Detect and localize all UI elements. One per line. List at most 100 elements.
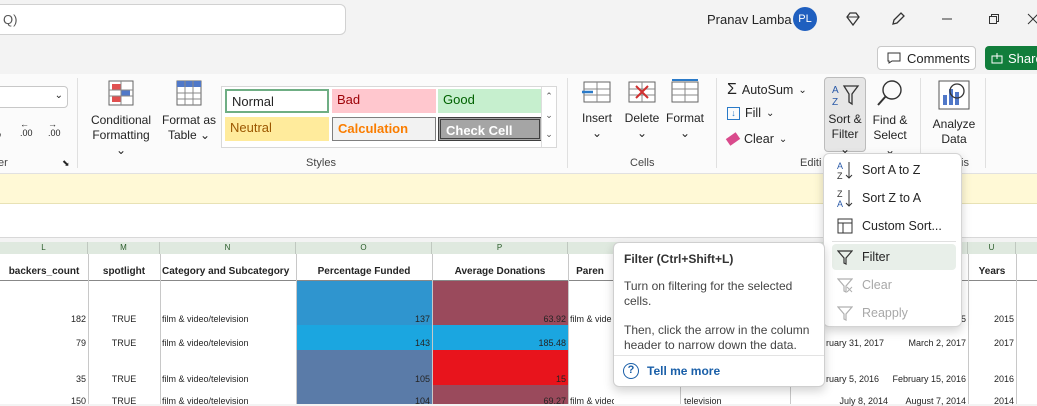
style-bad[interactable]: Bad — [332, 89, 436, 113]
find-select-button[interactable]: Find & Select ⌄ — [868, 79, 912, 158]
style-normal[interactable]: Normal — [225, 89, 329, 113]
search-box[interactable]: Q) — [0, 4, 346, 35]
style-neutral[interactable]: Neutral — [225, 117, 329, 141]
delete-button[interactable]: Delete ⌄ — [622, 79, 662, 141]
reapply-icon — [837, 306, 853, 321]
conditional-formatting-label2: Formatting — [92, 128, 150, 142]
cell-category[interactable]: film & video/television — [162, 396, 294, 406]
cell-category[interactable]: film & video/television — [162, 374, 294, 384]
cell-year[interactable]: 2015 — [968, 314, 1014, 324]
fill-button[interactable]: ↓ Fill ⌄ — [727, 106, 774, 120]
fill-down-icon: ↓ — [727, 106, 740, 120]
increase-decimal-button[interactable]: ← .00 — [20, 120, 33, 138]
header-parent[interactable]: Paren — [568, 264, 612, 280]
header-pct-funded[interactable]: Percentage Funded — [296, 264, 432, 280]
cell-date-end[interactable]: February 15, 2016 — [884, 374, 966, 384]
cell-backers[interactable]: 35 — [0, 374, 86, 384]
find-select-label: Find & — [872, 113, 908, 127]
cell-date-start[interactable]: July 8, 2014 — [826, 396, 888, 406]
close-icon[interactable] — [1022, 8, 1037, 30]
cell-category[interactable]: film & video/television — [162, 314, 294, 324]
header-backers-count[interactable]: backers_count — [0, 264, 88, 280]
style-good[interactable]: Good — [438, 89, 542, 113]
analyze-data-button[interactable]: Analyze Data — [926, 79, 982, 147]
delete-label: Delete — [624, 111, 660, 125]
cell-pct-funded[interactable]: 137 — [296, 314, 430, 324]
style-calculation[interactable]: Calculation — [332, 117, 436, 141]
sigma-icon: Σ — [727, 81, 737, 98]
menu-item-sort-az[interactable]: A Z Sort A to Z — [832, 157, 956, 183]
cell-subcategory[interactable]: television — [684, 396, 764, 406]
cell-date-start[interactable]: ruary 5, 2016 — [826, 374, 888, 384]
cell-avg-donations[interactable]: 63.92 — [432, 314, 566, 324]
clear-button[interactable]: Clear ⌄ — [725, 132, 787, 146]
column-header-l[interactable]: L — [0, 242, 88, 254]
cell-parent[interactable]: film & vide — [570, 314, 614, 324]
comma-style-icon[interactable]: , — [0, 122, 2, 138]
cell-avg-donations[interactable]: 69.27 — [432, 396, 566, 406]
cell-date-end[interactable]: March 2, 2017 — [892, 338, 966, 348]
column-header-p[interactable]: P — [432, 242, 568, 254]
cell-spotlight[interactable]: TRUE — [88, 314, 160, 324]
cell-pct-funded[interactable]: 105 — [296, 374, 430, 384]
cell-spotlight[interactable]: TRUE — [88, 338, 160, 348]
minimize-icon[interactable] — [936, 8, 958, 30]
cell-year[interactable]: 2016 — [968, 374, 1014, 384]
cell-date-end[interactable]: August 7, 2014 — [892, 396, 966, 406]
insert-button[interactable]: Insert ⌄ — [577, 79, 617, 141]
cell-backers[interactable]: 182 — [0, 314, 86, 324]
header-category[interactable]: Category and Subcategory — [160, 264, 296, 280]
tell-me-more-link[interactable]: ? Tell me more — [623, 363, 720, 379]
format-button[interactable]: Format ⌄ — [664, 79, 706, 141]
menu-item-custom-sort[interactable]: Custom Sort... — [832, 213, 956, 239]
separator — [716, 78, 717, 168]
diamond-icon[interactable] — [842, 8, 864, 30]
filter-tooltip: Filter (Ctrl+Shift+L) Turn on filtering … — [613, 242, 825, 387]
cell-avg-donations[interactable]: 15 — [432, 374, 566, 384]
cell-avg-donations[interactable]: 185.48 — [432, 338, 566, 348]
share-button[interactable]: Share — [985, 46, 1037, 70]
cell-backers[interactable]: 79 — [0, 338, 86, 348]
clear-label: Clear — [744, 132, 774, 146]
cell-parent[interactable]: film & video — [570, 396, 614, 406]
user-name[interactable]: Pranav Lamba — [707, 12, 792, 27]
restore-icon[interactable] — [983, 8, 1005, 30]
decrease-decimal-button[interactable]: → .00 — [48, 120, 61, 138]
column-header-n[interactable]: N — [160, 242, 296, 254]
sort-filter-label: Sort & — [828, 112, 862, 126]
gallery-scroll[interactable]: ⌃ ⌄ ⌄ — [541, 87, 556, 147]
number-format-dropdown[interactable]: ⌄ — [0, 86, 68, 108]
eraser-icon — [725, 132, 741, 146]
autosum-button[interactable]: Σ AutoSum ⌄ — [727, 81, 807, 99]
cell-date-start[interactable]: ruary 31, 2017 — [826, 338, 888, 348]
menu-item-filter[interactable]: Filter — [832, 244, 956, 270]
cell-pct-funded[interactable]: 104 — [296, 396, 430, 406]
column-header-o[interactable]: O — [296, 242, 432, 254]
header-avg-donations[interactable]: Average Donations — [432, 264, 568, 280]
cell-backers[interactable]: 150 — [0, 396, 86, 406]
format-as-table-button[interactable]: Format as Table ⌄ — [160, 79, 218, 143]
chevron-down-icon: ⌄ — [765, 107, 775, 119]
clear-filter-icon — [837, 278, 853, 293]
cell-spotlight[interactable]: TRUE — [88, 374, 160, 384]
comments-button[interactable]: Comments — [877, 46, 976, 70]
pen-icon[interactable] — [887, 8, 909, 30]
avatar[interactable]: PL — [793, 7, 817, 31]
cell-year[interactable]: 2017 — [968, 338, 1014, 348]
cell-pct-funded[interactable]: 143 — [296, 338, 430, 348]
header-years[interactable]: Years — [968, 264, 1016, 280]
share-icon — [991, 53, 1003, 64]
column-header-u[interactable]: U — [968, 242, 1016, 254]
style-check-cell[interactable]: Check Cell — [438, 117, 542, 141]
column-header-m[interactable]: M — [88, 242, 160, 254]
menu-item-sort-za[interactable]: Z A Sort Z to A — [832, 185, 956, 211]
cell-year[interactable]: 2014 — [968, 396, 1014, 406]
dialog-launcher-icon[interactable]: ⬊ — [62, 158, 70, 169]
cell-spotlight[interactable]: TRUE — [88, 396, 160, 406]
filter-icon — [837, 250, 853, 265]
header-spotlight[interactable]: spotlight — [88, 264, 160, 280]
sort-filter-button[interactable]: AZ Sort & Filter ⌄ — [824, 77, 866, 156]
sort-za-label: Sort Z to A — [862, 191, 922, 205]
cell-category[interactable]: film & video/television — [162, 338, 294, 348]
conditional-formatting-button[interactable]: Conditional Formatting ⌄ — [86, 79, 156, 158]
